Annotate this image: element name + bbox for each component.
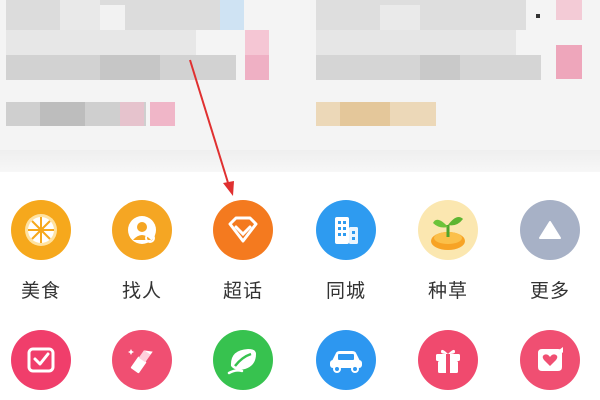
orange-slice-icon[interactable] — [11, 200, 71, 260]
find-person-icon[interactable] — [112, 200, 172, 260]
grid-item-label: 同城 — [325, 280, 366, 302]
grid-item-row2-5[interactable] — [398, 330, 498, 390]
grid-item-label: 超话 — [222, 280, 263, 302]
grid-item-food[interactable]: 美食 — [0, 200, 91, 301]
diamond-icon[interactable] — [213, 200, 273, 260]
grid-item-row2-2[interactable] — [92, 330, 192, 390]
gift-icon[interactable] — [418, 330, 478, 390]
grid-item-label: 更多 — [529, 280, 570, 302]
service-icon-grid: 美食 找人 超话 同城 种草 更多 — [0, 172, 600, 400]
section-divider — [0, 150, 600, 172]
grid-item-find-people[interactable]: 找人 — [92, 200, 192, 301]
grid-item-row2-6[interactable] — [500, 330, 600, 390]
leaf-icon[interactable] — [213, 330, 273, 390]
city-building-icon[interactable] — [316, 200, 376, 260]
grid-item-same-city[interactable]: 同城 — [296, 200, 396, 301]
heart-card-icon[interactable] — [520, 330, 580, 390]
grid-item-more[interactable]: 更多 — [500, 200, 600, 301]
grid-item-super-topic[interactable]: 超话 — [193, 200, 293, 301]
grid-item-row2-4[interactable] — [296, 330, 396, 390]
grid-item-row2-3[interactable] — [193, 330, 293, 390]
grid-item-label: 种草 — [427, 280, 468, 302]
lipstick-icon[interactable] — [112, 330, 172, 390]
grid-item-row2-1[interactable] — [0, 330, 91, 390]
check-box-icon[interactable] — [11, 330, 71, 390]
sprout-icon[interactable] — [418, 200, 478, 260]
car-icon[interactable] — [316, 330, 376, 390]
blurred-content-area — [0, 0, 600, 150]
grid-item-label: 美食 — [20, 280, 61, 302]
grid-item-plant-grass[interactable]: 种草 — [398, 200, 498, 301]
triangle-up-icon[interactable] — [520, 200, 580, 260]
grid-item-label: 找人 — [121, 280, 162, 302]
